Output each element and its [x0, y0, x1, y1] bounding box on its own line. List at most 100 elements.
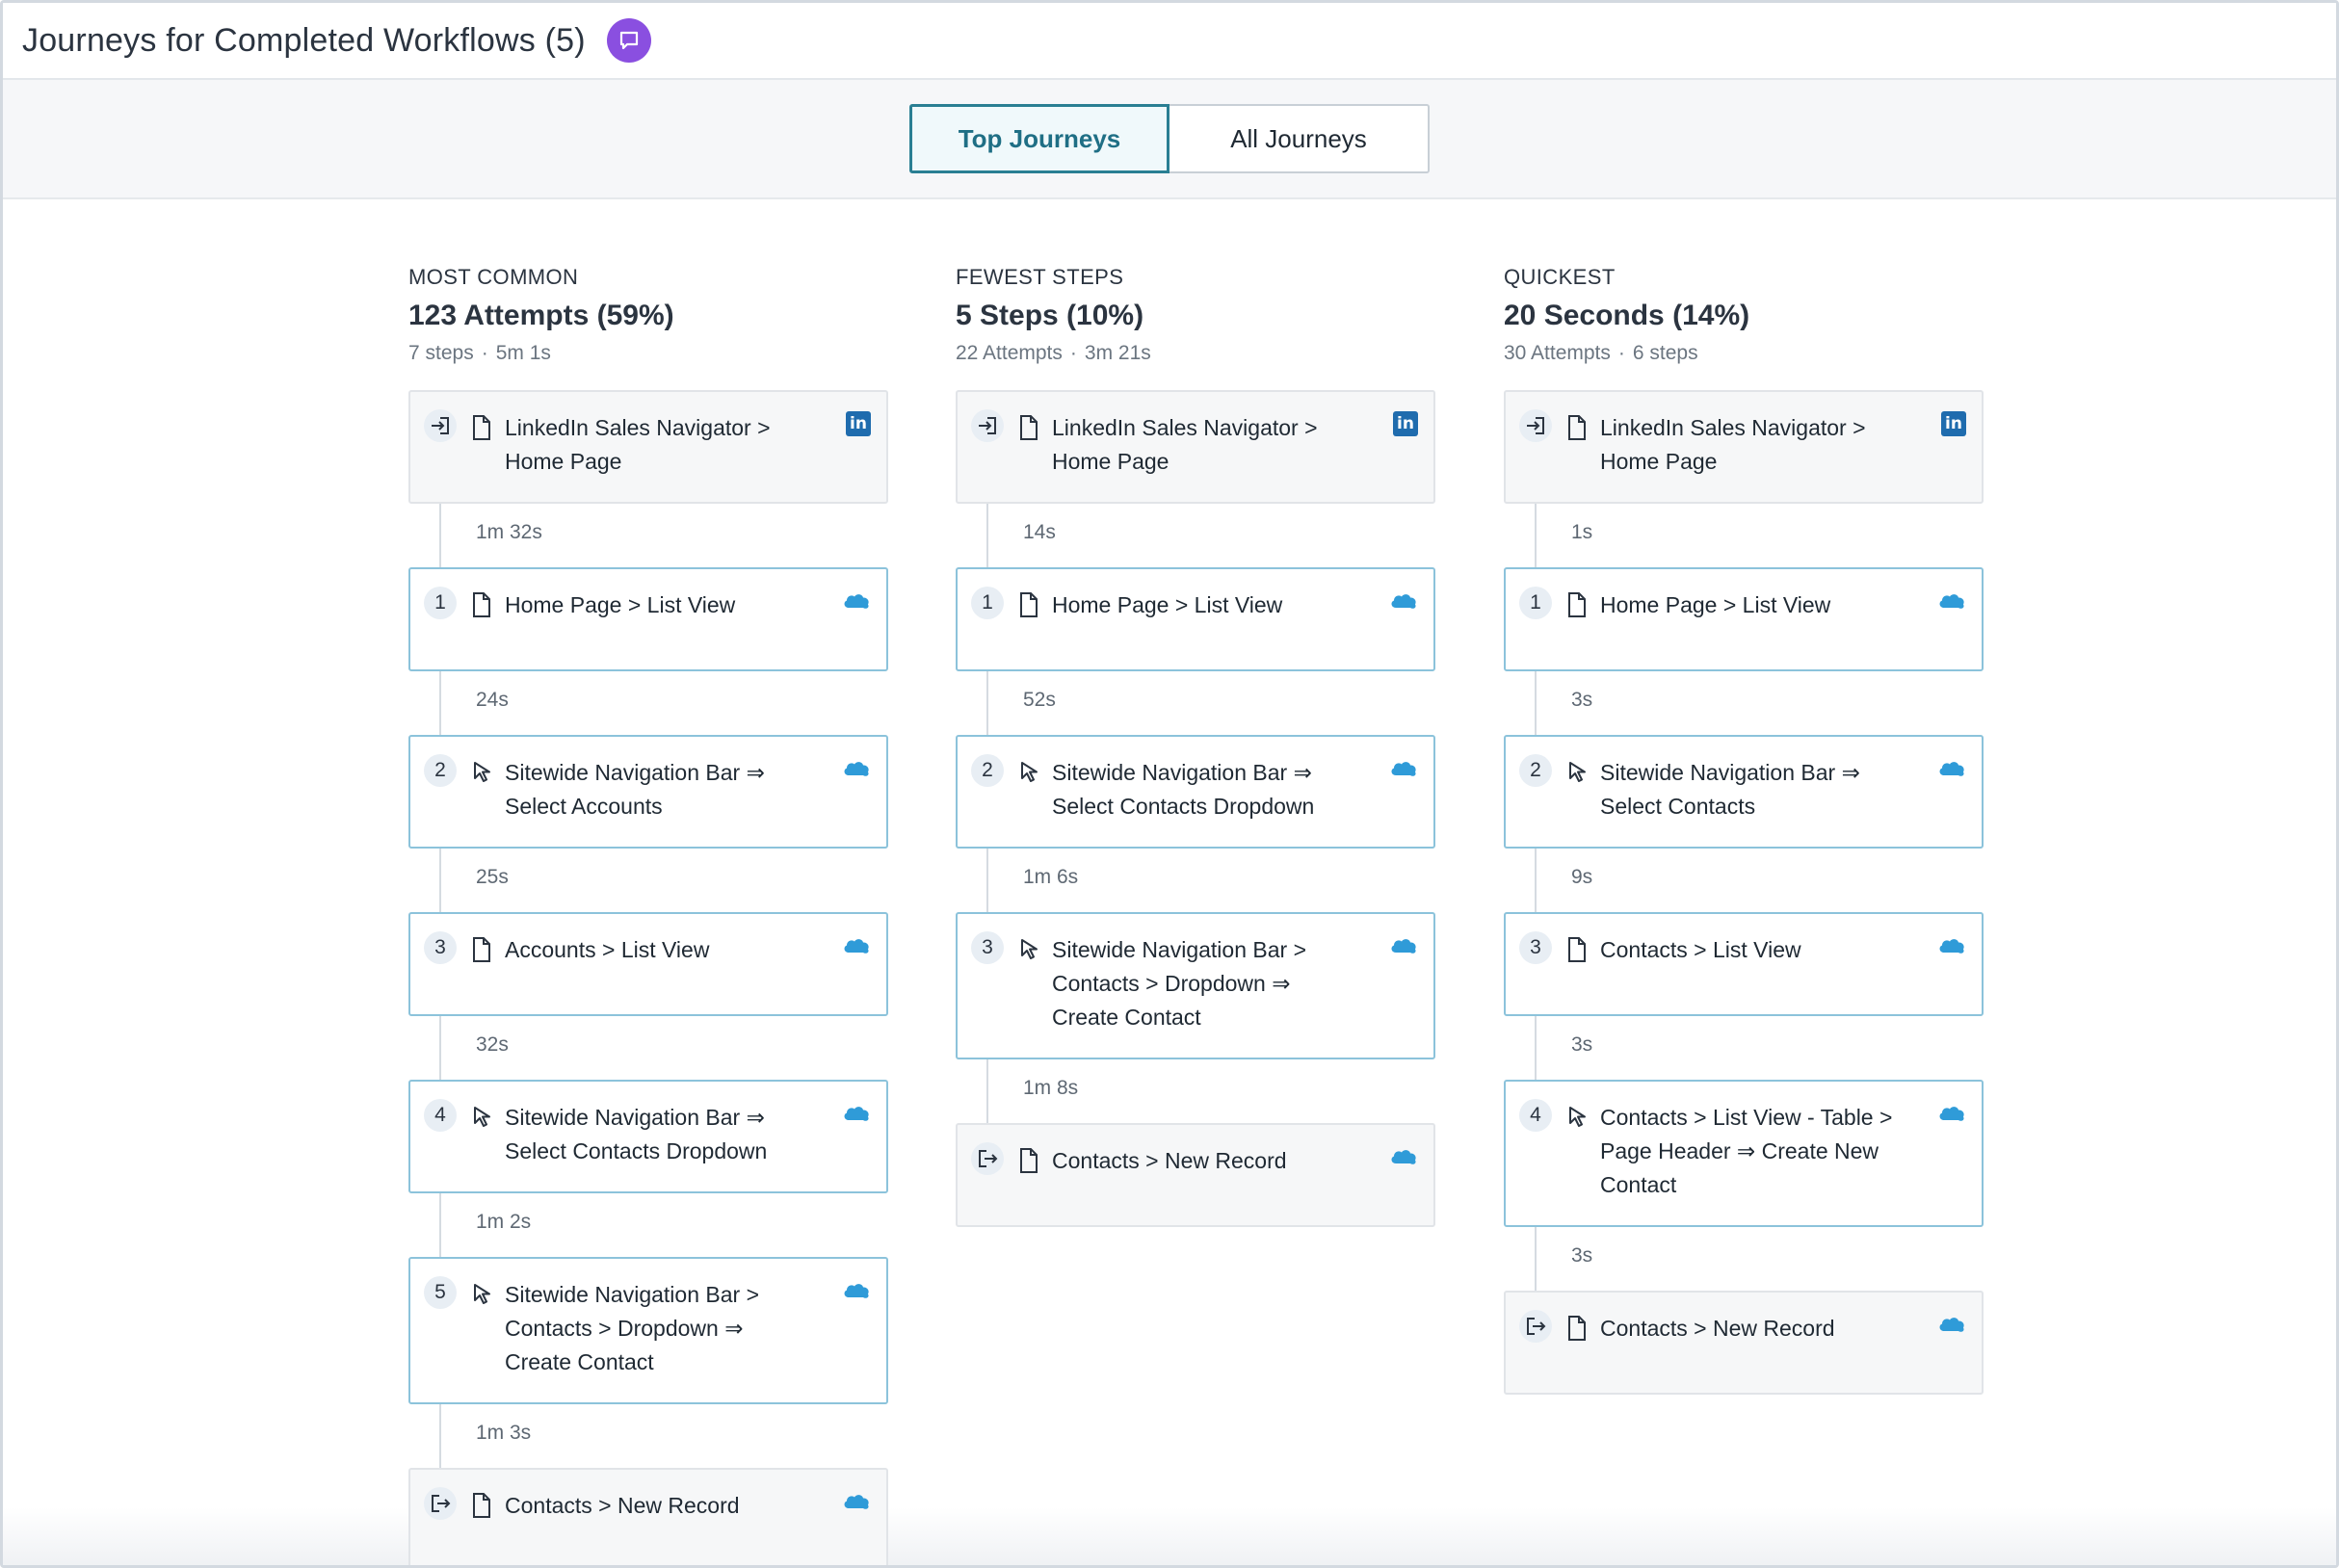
page-icon [1567, 592, 1587, 617]
salesforce-cloud-icon [1937, 588, 1966, 612]
step-label-line: Sitewide Navigation Bar ⇒ [505, 1105, 765, 1130]
journey-step-card[interactable]: 5 Sitewide Navigation Bar > Contacts > Dro… [408, 1257, 888, 1404]
step-duration: 52s [1023, 689, 1056, 711]
salesforce-cloud-icon [842, 1101, 871, 1124]
linkedin-icon: in [1941, 411, 1966, 436]
step-connector: 32s [408, 1016, 888, 1080]
cursor-click-icon [1567, 1105, 1587, 1130]
column-kicker: QUICKEST [1504, 265, 1616, 289]
step-duration: 3s [1571, 1244, 1593, 1267]
tab-top-journeys[interactable]: Top Journeys [909, 104, 1170, 173]
cursor-click-icon [472, 1282, 491, 1307]
journey-step-card[interactable]: 1 Home Page > List View [1504, 567, 1984, 671]
page-icon [472, 592, 491, 617]
meta-item: 22 Attempts [956, 342, 1063, 364]
journey-step-card[interactable]: 1 Home Page > List View [956, 567, 1435, 671]
step-label-line: Home Page > List View [505, 592, 736, 617]
chat-bubble-icon[interactable] [606, 18, 651, 63]
step-connector: 1m 32s [408, 504, 888, 567]
tab-all-journeys[interactable]: All Journeys [1170, 104, 1430, 173]
journey-step-card[interactable]: 2 Sitewide Navigation Bar ⇒ Select Account… [408, 735, 888, 849]
step-connector: 24s [408, 671, 888, 735]
step-label-line: Create Contact [505, 1349, 654, 1374]
page-icon [1019, 592, 1038, 617]
journey-step-card[interactable]: 3 Accounts > List View [408, 912, 888, 1016]
salesforce-cloud-icon [842, 1489, 871, 1512]
step-label-line: Sitewide Navigation Bar > [1052, 937, 1307, 962]
meta-separator: · [1069, 342, 1077, 364]
step-connector: 1m 2s [408, 1193, 888, 1257]
step-label-line: Create Contact [1052, 1005, 1201, 1030]
step-duration: 14s [1023, 521, 1056, 543]
column-title: 123 Attempts (59%) [408, 300, 674, 331]
sign-in-icon [976, 413, 999, 438]
salesforce-cloud-icon [842, 588, 871, 612]
column-meta: 30 Attempts · 6 steps [1504, 342, 1984, 365]
journey-column-1: MOST COMMON 123 Attempts (59%) 7 steps · 5m … [408, 265, 888, 1565]
journey-column-3: QUICKEST 20 Seconds (14%) 30 Attempts · 6 st… [1504, 265, 1984, 1395]
exit-step-card[interactable]: Contacts > New Record [1504, 1291, 1984, 1395]
step-connector: 52s [956, 671, 1435, 735]
journey-step-card[interactable]: 4 Sitewide Navigation Bar ⇒ Select Contact… [408, 1080, 888, 1193]
journey-step-card[interactable]: 3 Contacts > List View [1504, 912, 1984, 1016]
entry-step-card[interactable]: LinkedIn Sales Navigator > Home Page in [408, 390, 888, 504]
salesforce-cloud-icon [842, 933, 871, 956]
journey-step-card[interactable]: 2 Sitewide Navigation Bar ⇒ Select Contact… [956, 735, 1435, 849]
salesforce-cloud-icon [1389, 756, 1418, 779]
step-label-line: LinkedIn Sales Navigator > [505, 415, 771, 440]
exit-badge [424, 1487, 457, 1520]
step-connector: 1m 8s [956, 1059, 1435, 1123]
journey-step-card[interactable]: 4 Contacts > List View - Table > Page Head… [1504, 1080, 1984, 1227]
cursor-click-icon [1019, 760, 1038, 785]
step-number-badge: 2 [424, 754, 457, 787]
sign-in-icon [1524, 413, 1547, 438]
step-label-line: Contacts > Dropdown ⇒ [505, 1316, 744, 1341]
salesforce-cloud-icon [842, 1278, 871, 1301]
connector-line [439, 671, 441, 735]
column-meta: 7 steps · 5m 1s [408, 342, 888, 365]
step-connector: 14s [956, 504, 1435, 567]
sign-in-icon [429, 413, 452, 438]
step-duration: 25s [476, 866, 509, 888]
step-label-line: Contacts > List View - Table > [1600, 1105, 1893, 1130]
meta-separator: · [1617, 342, 1625, 364]
step-label-line: Home Page [505, 449, 622, 474]
connector-line [1535, 671, 1537, 735]
step-connector: 3s [1504, 1227, 1984, 1291]
page-title: Journeys for Completed Workflows (5) [22, 21, 586, 59]
column-title: 5 Steps (10%) [956, 300, 1144, 331]
exit-step-card[interactable]: Contacts > New Record [956, 1123, 1435, 1227]
salesforce-cloud-icon [1937, 933, 1966, 956]
step-label-line: Sitewide Navigation Bar > [505, 1282, 760, 1307]
journey-step-card[interactable]: 3 Sitewide Navigation Bar > Contacts > Dro… [956, 912, 1435, 1059]
journey-step-card[interactable]: 1 Home Page > List View [408, 567, 888, 671]
entry-step-card[interactable]: LinkedIn Sales Navigator > Home Page in [1504, 390, 1984, 504]
step-label-line: Contacts > List View [1600, 937, 1801, 962]
page-header: Journeys for Completed Workflows (5) [3, 3, 2336, 80]
step-number-badge: 1 [1519, 587, 1552, 619]
salesforce-cloud-icon [1389, 1144, 1418, 1167]
exit-step-card[interactable]: Contacts > New Record [408, 1468, 888, 1565]
meta-item: 5m 1s [495, 342, 551, 364]
connector-line [1535, 504, 1537, 567]
step-label-line: Sitewide Navigation Bar ⇒ [1052, 760, 1312, 785]
connector-line [986, 1059, 988, 1123]
step-connector: 1m 6s [956, 849, 1435, 912]
page-icon [472, 415, 491, 440]
entry-step-card[interactable]: LinkedIn Sales Navigator > Home Page in [956, 390, 1435, 504]
page-icon [1567, 415, 1587, 440]
step-label-line: LinkedIn Sales Navigator > [1052, 415, 1318, 440]
step-duration: 1m 32s [476, 521, 542, 543]
step-label-line: Select Contacts [1600, 794, 1756, 819]
step-label-line: Accounts > List View [505, 937, 710, 962]
connector-line [439, 1404, 441, 1468]
salesforce-cloud-icon [1937, 1101, 1966, 1124]
step-label-line: Contacts > New Record [505, 1493, 740, 1518]
connector-line [1535, 1227, 1537, 1291]
meta-item: 30 Attempts [1504, 342, 1611, 364]
connector-line [1535, 1016, 1537, 1080]
journey-step-card[interactable]: 2 Sitewide Navigation Bar ⇒ Select Contact… [1504, 735, 1984, 849]
step-duration: 1s [1571, 521, 1593, 543]
app-window: Journeys for Completed Workflows (5) Top… [0, 0, 2339, 1568]
step-duration: 3s [1571, 689, 1593, 711]
